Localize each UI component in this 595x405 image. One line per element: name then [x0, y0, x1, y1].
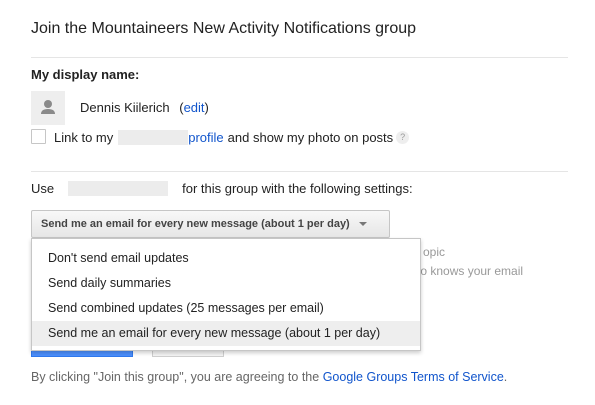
- email-settings-dropdown[interactable]: Send me an email for every new message (…: [31, 210, 390, 238]
- display-name-label: My display name:: [31, 67, 140, 82]
- link-profile-text-suffix: and show my photo on posts: [227, 130, 394, 145]
- redacted-text: [68, 181, 169, 196]
- link-profile-row: Link to my profile and show my photo on …: [54, 130, 410, 145]
- person-icon: [41, 100, 55, 114]
- link-profile-checkbox[interactable]: [31, 129, 46, 144]
- terms-prefix: By clicking "Join this group", you are a…: [31, 370, 320, 384]
- caret-down-icon: [358, 222, 367, 226]
- menu-item-daily-summaries[interactable]: Send daily summaries: [32, 271, 420, 296]
- redacted-text: [118, 130, 189, 145]
- divider: [31, 57, 568, 58]
- menu-item-every-message[interactable]: Send me an email for every new message (…: [32, 321, 420, 346]
- dropdown-menu: Don't send email updates Send daily summ…: [31, 238, 421, 351]
- menu-item-combined-updates[interactable]: Send combined updates (25 messages per e…: [32, 296, 420, 321]
- display-name: Dennis Kiilerich: [80, 100, 170, 115]
- help-icon[interactable]: ?: [396, 131, 410, 144]
- use-label: Use: [31, 181, 55, 196]
- avatar: [31, 91, 65, 125]
- obscured-text: opic: [423, 245, 446, 259]
- obscured-text: who knows your email: [405, 264, 524, 278]
- use-row: Use for this group with the following se…: [31, 181, 413, 196]
- edit-name-link[interactable]: edit: [184, 100, 205, 115]
- link-profile-text: Link to my: [54, 130, 114, 145]
- dropdown-selected-value: Send me an email for every new message (…: [41, 218, 350, 230]
- terms-of-service-link[interactable]: Google Groups Terms of Service: [323, 370, 504, 384]
- terms-suffix: .: [503, 370, 508, 384]
- page-title: Join the Mountaineers New Activity Notif…: [31, 20, 417, 37]
- display-name-row: Dennis Kiilerich (edit): [80, 100, 209, 115]
- menu-item-no-email[interactable]: Don't send email updates: [32, 246, 420, 271]
- terms-notice: By clicking "Join this group", you are a…: [31, 370, 507, 384]
- use-suffix: for this group with the following settin…: [182, 181, 413, 196]
- divider: [31, 171, 568, 172]
- profile-link[interactable]: profile: [188, 130, 223, 145]
